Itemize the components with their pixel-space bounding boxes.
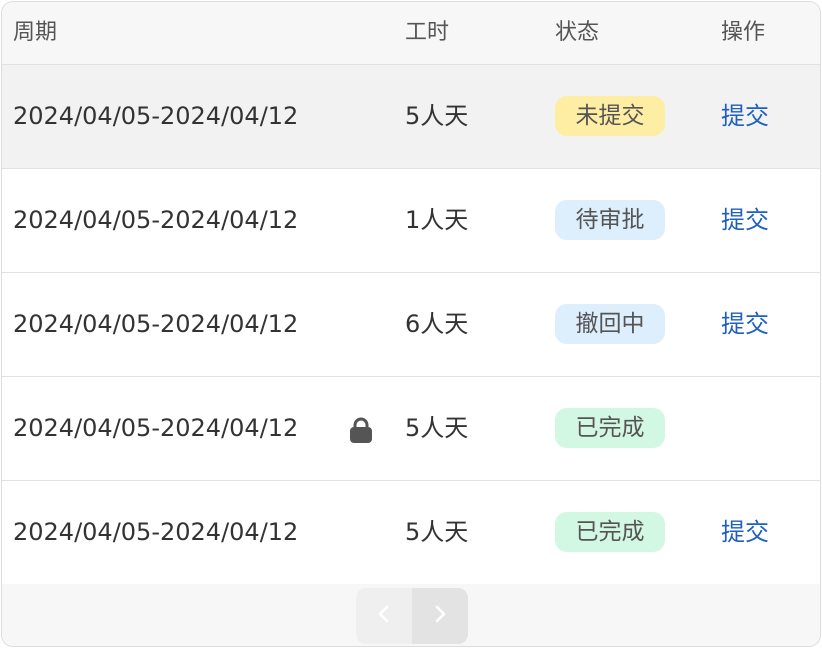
hours-cell: 5人天: [405, 518, 469, 546]
lock-icon: [347, 416, 375, 444]
timesheet-table: 周期 工时 状态 操作 2024/04/05-2024/04/12 5人天 未提…: [1, 1, 821, 647]
status-badge: 已完成: [555, 408, 665, 448]
period-cell: 2024/04/05-2024/04/12: [13, 102, 299, 130]
status-badge: 待审批: [555, 200, 665, 240]
submit-link[interactable]: 提交: [721, 481, 769, 584]
pagination-bar: [2, 584, 820, 646]
table-row[interactable]: 2024/04/05-2024/04/12 1人天 待审批 提交: [2, 169, 820, 273]
table-row[interactable]: 2024/04/05-2024/04/12 5人天 未提交 提交: [2, 65, 820, 169]
chevron-left-icon: [376, 604, 392, 628]
chevron-right-icon: [432, 604, 448, 628]
status-badge: 未提交: [555, 96, 665, 136]
submit-link[interactable]: 提交: [721, 169, 769, 272]
table-header: 周期 工时 状态 操作: [2, 2, 820, 65]
hours-cell: 5人天: [405, 102, 469, 130]
period-cell: 2024/04/05-2024/04/12: [13, 310, 299, 338]
status-badge: 撤回中: [555, 304, 665, 344]
column-header-status: 状态: [555, 20, 600, 45]
column-header-hours: 工时: [405, 20, 450, 45]
period-cell: 2024/04/05-2024/04/12: [13, 414, 299, 442]
column-header-period: 周期: [13, 20, 58, 45]
column-header-action: 操作: [721, 20, 766, 45]
submit-link[interactable]: 提交: [721, 65, 769, 168]
submit-link[interactable]: 提交: [721, 273, 769, 376]
previous-page-button[interactable]: [356, 588, 412, 644]
next-page-button[interactable]: [412, 588, 468, 644]
period-cell: 2024/04/05-2024/04/12: [13, 206, 299, 234]
period-cell: 2024/04/05-2024/04/12: [13, 518, 299, 546]
hours-cell: 1人天: [405, 206, 469, 234]
table-row[interactable]: 2024/04/05-2024/04/12 5人天 已完成: [2, 377, 820, 481]
table-row[interactable]: 2024/04/05-2024/04/12 6人天 撤回中 提交: [2, 273, 820, 377]
hours-cell: 6人天: [405, 310, 469, 338]
status-badge: 已完成: [555, 512, 665, 552]
hours-cell: 5人天: [405, 414, 469, 442]
table-row[interactable]: 2024/04/05-2024/04/12 5人天 已完成 提交: [2, 481, 820, 585]
